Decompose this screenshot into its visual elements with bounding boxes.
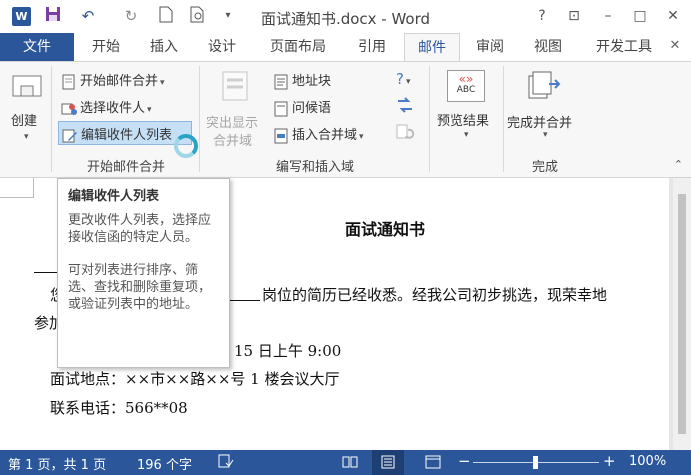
tooltip-details: 可对列表进行排序、筛选、查找和删除重复项，或验证列表中的地址。 bbox=[68, 263, 212, 312]
edit-list-icon bbox=[62, 128, 78, 144]
preview-abc-icon: «» ABC bbox=[447, 70, 485, 102]
ribbon-tabs: 文件 开始 插入 设计 页面布局 引用 邮件 审阅 视图 开发工具 ✕ bbox=[0, 33, 691, 62]
create-button[interactable]: 创建 ▾ bbox=[6, 66, 48, 152]
maximize-button[interactable]: □ bbox=[629, 6, 651, 26]
address-block-button[interactable]: 地址块 bbox=[273, 70, 331, 90]
tab-review[interactable]: 审阅 bbox=[464, 33, 516, 62]
tab-developer[interactable]: 开发工具 bbox=[584, 33, 664, 62]
start-mail-merge-button[interactable]: 开始邮件合并 ▾ bbox=[61, 70, 165, 90]
doc-line-3: 15 日上午 9:00 bbox=[234, 342, 342, 360]
greeting-line-icon bbox=[273, 101, 289, 117]
tooltip-title: 编辑收件人列表 bbox=[68, 189, 160, 204]
blank-underline bbox=[230, 300, 260, 301]
create-label: 创建 bbox=[11, 114, 38, 129]
ribbon-display-options-button[interactable]: ⊡ bbox=[563, 6, 585, 26]
window-title: 面试通知书.docx - Word bbox=[260, 10, 431, 28]
scrollbar-thumb[interactable] bbox=[678, 194, 686, 434]
vertical-scrollbar[interactable] bbox=[673, 178, 691, 450]
group-label-write-insert: 编写和插入域 bbox=[275, 160, 354, 175]
chevron-down-icon: ▾ bbox=[464, 130, 469, 140]
match-fields-icon[interactable] bbox=[396, 97, 414, 117]
update-labels-icon[interactable] bbox=[396, 124, 415, 144]
title-bar: W ↶ ↻ ▾ 面试通知书.docx - Word ? ⊡ – □ ✕ bbox=[0, 0, 691, 33]
preview-results-button[interactable]: «» ABC 预览结果 ▾ bbox=[433, 66, 501, 152]
group-divider bbox=[51, 66, 52, 172]
doc-line-1: 岗位的简历已经收悉。经我公司初步挑选，现荣幸地 bbox=[262, 286, 608, 304]
finish-merge-icon bbox=[528, 71, 561, 99]
tab-references[interactable]: 引用 bbox=[346, 33, 398, 62]
tab-view[interactable]: 视图 bbox=[522, 33, 574, 62]
status-bar: 第 1 页，共 1 页 196 个字 − + 100% bbox=[0, 450, 691, 475]
web-layout-icon[interactable] bbox=[425, 455, 441, 473]
busy-cursor-icon bbox=[174, 134, 198, 158]
proofing-icon[interactable] bbox=[218, 453, 234, 473]
chevron-down-icon: ▾ bbox=[24, 132, 29, 142]
select-recipients-button[interactable]: 选择收件人 ▾ bbox=[61, 97, 152, 117]
group-label-start-merge: 开始邮件合并 bbox=[86, 160, 165, 175]
word-count[interactable]: 196 个字 bbox=[137, 454, 192, 473]
tab-file[interactable]: 文件 bbox=[0, 33, 74, 62]
document-icon bbox=[61, 74, 77, 90]
address-block-icon bbox=[273, 74, 289, 90]
doc-line-4: 面试地点：××市××路××号 1 楼会议大厅 bbox=[50, 370, 340, 388]
insert-field-icon bbox=[273, 128, 289, 144]
blank-underline bbox=[34, 272, 58, 273]
tab-mailings[interactable]: 邮件 bbox=[404, 33, 460, 62]
recipients-icon bbox=[61, 101, 77, 117]
tooltip: 编辑收件人列表 更改收件人列表，选择应接收信函的特定人员。 可对列表进行排序、筛… bbox=[57, 178, 230, 368]
edit-recipient-list-button[interactable]: 编辑收件人列表 bbox=[58, 121, 192, 145]
tooltip-description: 更改收件人列表，选择应接收信函的特定人员。 bbox=[68, 213, 212, 245]
highlight-fields-icon bbox=[222, 71, 248, 101]
document-heading: 面试通知书 bbox=[345, 220, 426, 239]
close-button[interactable]: ✕ bbox=[662, 6, 684, 26]
greeting-line-button[interactable]: 问候语 bbox=[273, 97, 331, 117]
help-button[interactable]: ? bbox=[531, 6, 553, 26]
doc-line-5: 联系电话：566**08 bbox=[50, 399, 188, 417]
envelope-icon bbox=[12, 75, 42, 97]
group-divider bbox=[429, 66, 430, 172]
tab-page-layout[interactable]: 页面布局 bbox=[258, 33, 338, 62]
read-mode-icon[interactable] bbox=[342, 455, 358, 473]
print-layout-icon[interactable] bbox=[380, 455, 396, 473]
group-label-finish: 完成 bbox=[531, 160, 558, 175]
group-divider bbox=[199, 66, 200, 172]
group-divider bbox=[503, 66, 504, 172]
rules-icon[interactable]: ? ▾ bbox=[396, 70, 411, 88]
zoom-in-button[interactable]: + bbox=[603, 452, 616, 470]
tab-home[interactable]: 开始 bbox=[80, 33, 132, 62]
insert-merge-field-button[interactable]: 插入合并域 ▾ bbox=[273, 124, 364, 144]
tab-design[interactable]: 设计 bbox=[196, 33, 248, 62]
chevron-down-icon: ▾ bbox=[543, 130, 548, 140]
highlight-merge-fields-button[interactable]: 突出显示 合并域 bbox=[203, 66, 267, 152]
margin-marker bbox=[0, 178, 34, 198]
zoom-level[interactable]: 100% bbox=[629, 454, 666, 469]
tab-insert[interactable]: 插入 bbox=[138, 33, 190, 62]
finish-merge-button[interactable]: 完成并合并 ▾ bbox=[505, 66, 585, 152]
collapse-ribbon-icon[interactable]: ⌃ bbox=[674, 158, 683, 171]
close-icon[interactable]: ✕ bbox=[667, 38, 683, 54]
zoom-slider-thumb[interactable] bbox=[533, 456, 538, 469]
zoom-out-button[interactable]: − bbox=[458, 452, 471, 470]
minimize-button[interactable]: – bbox=[597, 6, 619, 26]
page-count[interactable]: 第 1 页，共 1 页 bbox=[8, 454, 106, 473]
